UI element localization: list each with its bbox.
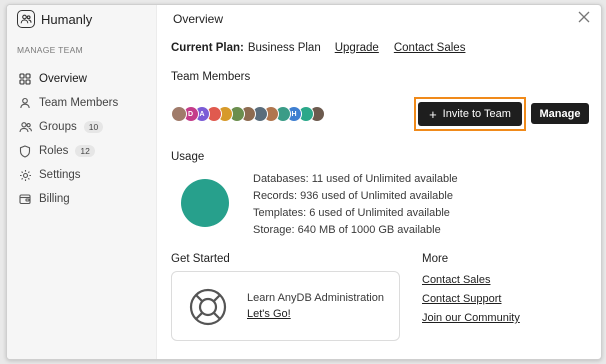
sidebar-item-label: Team Members bbox=[39, 97, 119, 109]
current-plan-row: Current Plan: Business Plan Upgrade Cont… bbox=[171, 42, 480, 54]
sidebar-item-overview[interactable]: Overview bbox=[17, 67, 147, 91]
team-avatar-stack[interactable]: DAH bbox=[171, 106, 325, 124]
page-title: Overview bbox=[173, 12, 224, 26]
roles-count-badge: 12 bbox=[75, 145, 95, 157]
plus-icon: + bbox=[429, 106, 437, 122]
section-label: MANAGE TEAM bbox=[17, 45, 83, 55]
team-members-heading: Team Members bbox=[171, 71, 251, 83]
contact-support-link[interactable]: Contact Support bbox=[422, 290, 520, 309]
people-icon bbox=[17, 10, 35, 28]
close-icon bbox=[578, 11, 590, 23]
sidebar: Humanly MANAGE TEAM Overview Team Member… bbox=[7, 5, 157, 359]
shield-icon bbox=[17, 143, 33, 159]
usage-storage: Storage: 640 MB of 1000 GB available bbox=[253, 224, 441, 236]
plan-label: Current Plan: bbox=[171, 42, 244, 54]
team-settings-dialog: Humanly MANAGE TEAM Overview Team Member… bbox=[6, 4, 602, 360]
wallet-icon bbox=[17, 191, 33, 207]
avatar[interactable] bbox=[171, 106, 187, 122]
invite-highlight: + Invite to Team bbox=[414, 97, 526, 131]
usage-chart bbox=[181, 179, 229, 227]
grid-icon bbox=[17, 71, 33, 87]
usage-details: Databases: 11 used of Unlimited availabl… bbox=[253, 171, 458, 239]
usage-databases: Databases: 11 used of Unlimited availabl… bbox=[253, 173, 458, 185]
brand-name: Humanly bbox=[41, 11, 93, 27]
manage-button[interactable]: Manage bbox=[531, 103, 589, 124]
users-icon bbox=[17, 119, 33, 135]
learn-admin-card[interactable]: Learn AnyDB Administration Let's Go! bbox=[171, 271, 400, 341]
card-title: Learn AnyDB Administration bbox=[247, 292, 384, 304]
lifebuoy-icon bbox=[189, 288, 227, 326]
main-content: Overview Current Plan: Business Plan Upg… bbox=[157, 5, 601, 359]
close-button[interactable] bbox=[577, 10, 591, 24]
invite-to-team-button[interactable]: + Invite to Team bbox=[418, 102, 522, 126]
sidebar-item-settings[interactable]: Settings bbox=[17, 163, 147, 187]
sidebar-item-label: Billing bbox=[39, 193, 70, 205]
join-community-link[interactable]: Join our Community bbox=[422, 309, 520, 328]
more-links: Contact Sales Contact Support Join our C… bbox=[422, 271, 520, 328]
sidebar-nav: Overview Team Members Groups 10 Roles 12… bbox=[17, 67, 147, 211]
plan-value: Business Plan bbox=[247, 42, 321, 54]
groups-count-badge: 10 bbox=[83, 121, 104, 133]
sidebar-item-groups[interactable]: Groups 10 bbox=[17, 115, 147, 139]
sidebar-item-billing[interactable]: Billing bbox=[17, 187, 147, 211]
contact-sales-link[interactable]: Contact Sales bbox=[394, 42, 466, 54]
brand: Humanly bbox=[17, 10, 92, 28]
sidebar-item-label: Settings bbox=[39, 169, 81, 181]
sidebar-item-team-members[interactable]: Team Members bbox=[17, 91, 147, 115]
contact-sales-link[interactable]: Contact Sales bbox=[422, 271, 520, 290]
sidebar-item-label: Groups bbox=[39, 121, 77, 133]
more-heading: More bbox=[422, 253, 449, 265]
get-started-heading: Get Started bbox=[171, 253, 230, 265]
lets-go-link[interactable]: Let's Go! bbox=[247, 308, 291, 320]
sidebar-item-label: Overview bbox=[39, 73, 87, 85]
upgrade-link[interactable]: Upgrade bbox=[335, 42, 379, 54]
invite-label: Invite to Team bbox=[442, 108, 511, 120]
gear-icon bbox=[17, 167, 33, 183]
sidebar-item-roles[interactable]: Roles 12 bbox=[17, 139, 147, 163]
usage-heading: Usage bbox=[171, 151, 205, 163]
usage-templates: Templates: 6 used of Unlimited available bbox=[253, 207, 450, 219]
user-icon bbox=[17, 95, 33, 111]
usage-records: Records: 936 used of Unlimited available bbox=[253, 190, 453, 202]
sidebar-item-label: Roles bbox=[39, 145, 69, 157]
